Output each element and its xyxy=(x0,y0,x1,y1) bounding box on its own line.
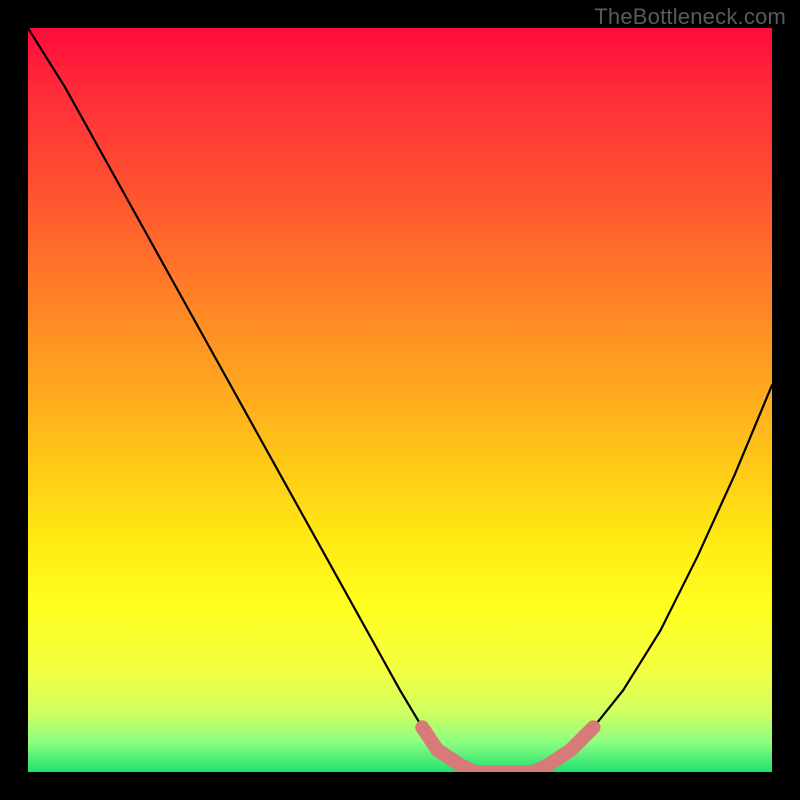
bottleneck-curve xyxy=(28,28,772,772)
optimal-range-tail xyxy=(571,727,593,749)
curve-svg xyxy=(28,28,772,772)
chart-frame: TheBottleneck.com xyxy=(0,0,800,800)
plot-area xyxy=(28,28,772,772)
watermark-text: TheBottleneck.com xyxy=(594,4,786,30)
